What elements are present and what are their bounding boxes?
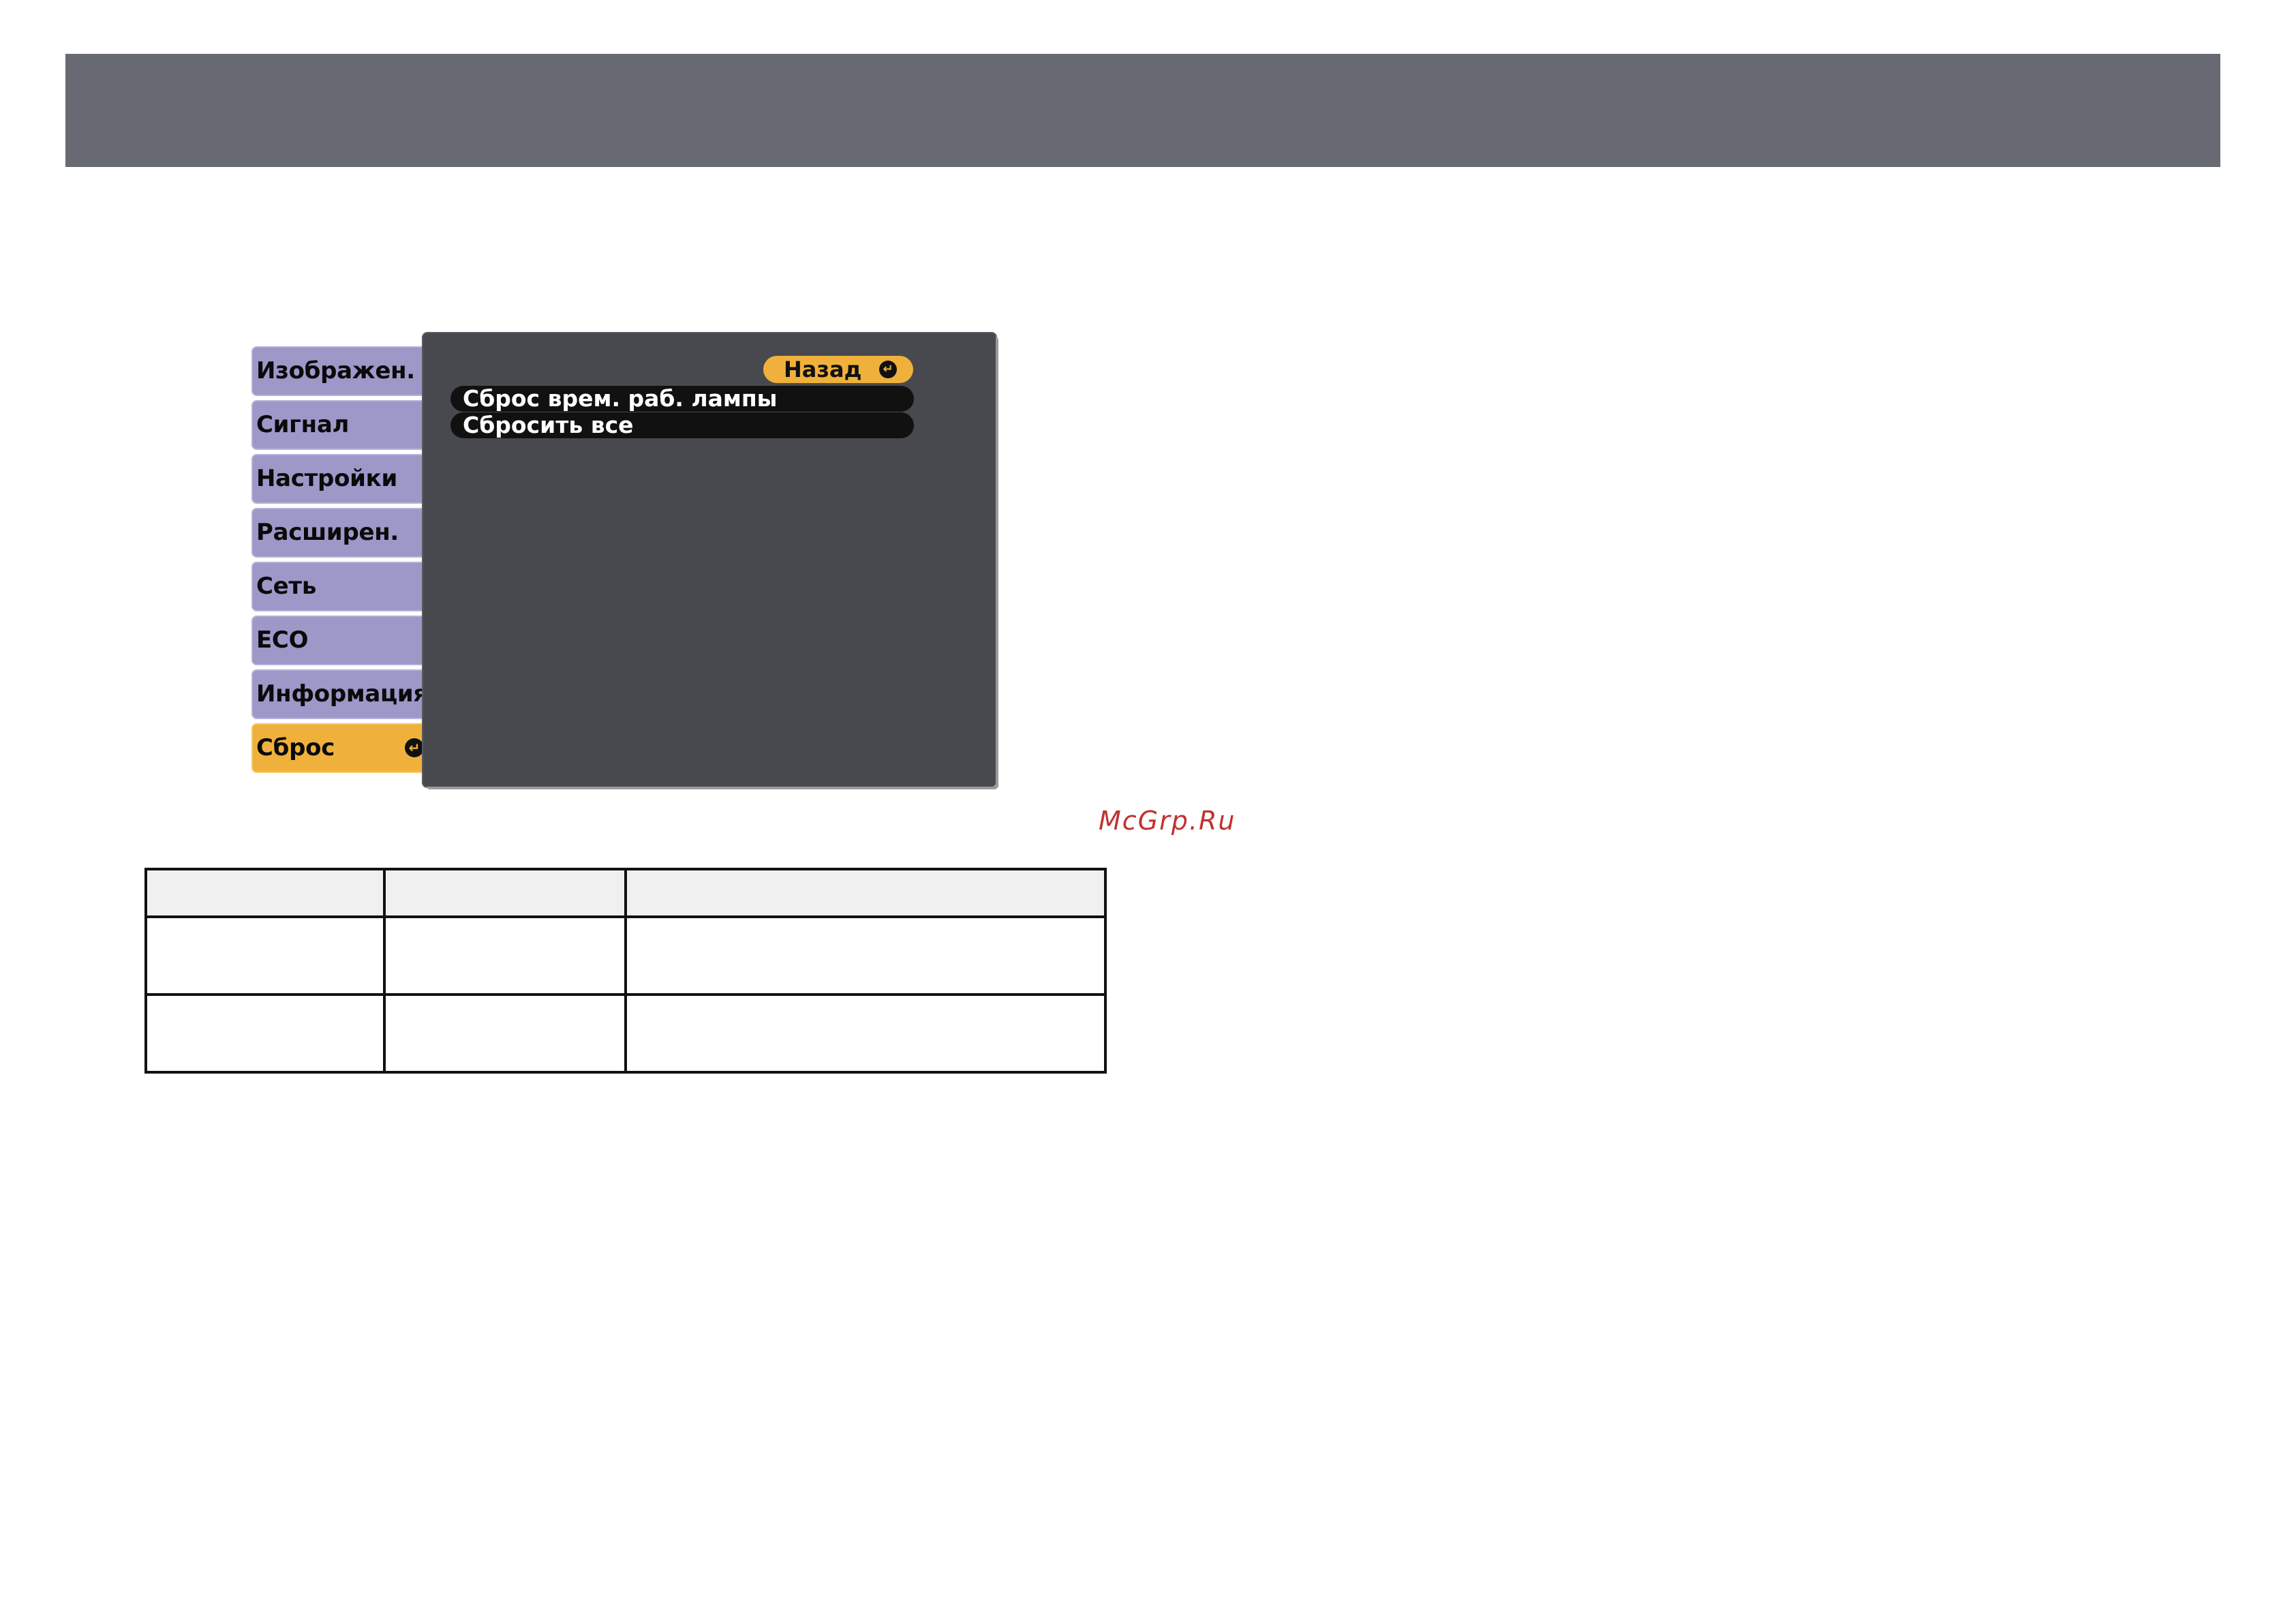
tab-extended[interactable]: Расширен. — [251, 508, 442, 558]
tab-label: Сигнал — [256, 411, 350, 438]
tab-label: Расширен. — [256, 519, 399, 546]
table-cell — [144, 993, 386, 1074]
enter-icon: ↵ — [405, 738, 424, 757]
header-bar — [65, 54, 2220, 167]
table-cell — [383, 915, 627, 996]
watermark: McGrp.Ru — [1099, 806, 1236, 836]
tab-settings[interactable]: Настройки — [251, 454, 442, 504]
back-button[interactable]: Назад ↵ — [763, 356, 913, 383]
back-button-label: Назад — [784, 357, 862, 382]
menu-item-reset-lamp-hours[interactable]: Сброс врем. раб. лампы — [450, 386, 914, 412]
table-cell — [144, 915, 386, 996]
tab-info[interactable]: Информация — [251, 669, 442, 719]
menu-item-label: Сбросить все — [463, 412, 634, 438]
table-cell — [383, 993, 627, 1074]
tab-network[interactable]: Сеть — [251, 562, 442, 611]
reset-menu-panel: Назад ↵ Сброс врем. раб. лампы Сбросить … — [423, 333, 996, 787]
menu-item-reset-all[interactable]: Сбросить все — [450, 412, 914, 438]
menu-item-label: Сброс врем. раб. лампы — [463, 385, 778, 412]
table-header-cell — [144, 868, 386, 918]
tab-label: Сброс — [256, 734, 335, 761]
table-header-row — [144, 868, 1107, 918]
tab-reset[interactable]: Сброс ↵ — [251, 723, 432, 773]
tab-signal[interactable]: Сигнал — [251, 400, 442, 450]
table-header-cell — [383, 868, 627, 918]
table-cell — [624, 993, 1107, 1074]
table-cell — [624, 915, 1107, 996]
tab-label: Информация — [256, 680, 428, 708]
table-header-cell — [624, 868, 1107, 918]
tab-label: Изображен. — [256, 357, 415, 384]
tab-label: Сеть — [256, 573, 317, 600]
tab-image[interactable]: Изображен. — [251, 346, 442, 396]
tab-label: Настройки — [256, 465, 397, 492]
enter-icon: ↵ — [879, 361, 897, 378]
tab-eco[interactable]: ECO — [251, 616, 442, 665]
table-row — [144, 993, 1107, 1074]
table-row — [144, 915, 1107, 996]
settings-table — [144, 868, 1107, 1074]
tab-label: ECO — [256, 626, 309, 654]
